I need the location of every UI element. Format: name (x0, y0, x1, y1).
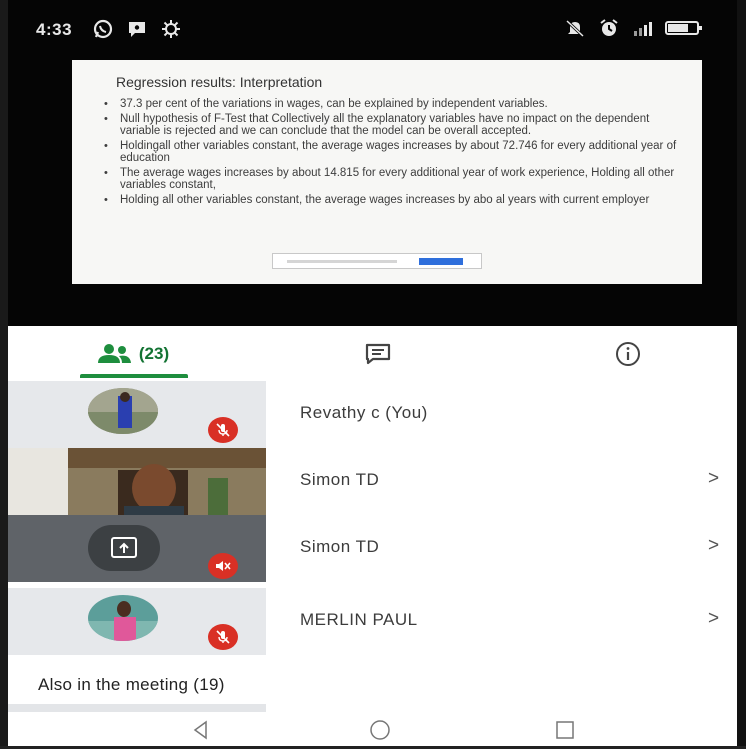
slide-bullet: Holdingall other variables constant, the… (102, 140, 682, 165)
slide-bullet: 37.3 per cent of the variations in wages… (102, 98, 682, 111)
video-feed (8, 448, 266, 515)
also-in-meeting-heading: Also in the meeting (19) (38, 675, 225, 694)
info-icon (616, 341, 640, 366)
participant-row[interactable]: Simon TD > (8, 515, 737, 582)
participant-thumbnail (8, 381, 266, 448)
chat-icon (365, 343, 391, 364)
popup-button (419, 258, 463, 265)
mic-muted-badge (208, 417, 238, 443)
participant-list: Revathy c (You) Simon TD > Simon TD > ME… (8, 381, 737, 655)
mic-muted-badge (208, 553, 238, 579)
slide-popup-overlay (272, 253, 482, 269)
slide-bullet: Holding all other variables constant, th… (102, 194, 682, 207)
participant-row[interactable]: Revathy c (You) (8, 381, 737, 448)
chevron-right-icon: > (708, 608, 720, 629)
avatar (88, 388, 158, 434)
participant-thumbnail (8, 588, 266, 655)
participant-name: Revathy c (You) (300, 403, 428, 422)
popup-text-placeholder (287, 260, 397, 263)
tab-people[interactable]: (23) (58, 326, 208, 381)
shared-slide: Regression results: Interpretation 37.3 … (72, 60, 702, 284)
signal-icon (634, 22, 652, 36)
presentation-view[interactable]: 4:33 Regression results: Interpretation … (8, 0, 737, 326)
meeting-tabs: (23) (8, 326, 737, 381)
frame-left-edge (0, 0, 8, 749)
participant-name: Simon TD (300, 470, 380, 489)
back-icon[interactable] (190, 719, 212, 741)
present-screen-icon (111, 537, 137, 558)
participant-video (8, 448, 266, 515)
participant-row[interactable]: Simon TD > (8, 448, 737, 515)
mic-off-icon (216, 423, 230, 437)
presenting-badge (88, 525, 160, 571)
frame-right-edge (737, 0, 746, 749)
participant-thumbnail-partial (8, 704, 266, 712)
participant-name: MERLIN PAUL (300, 610, 418, 629)
participant-name: Simon TD (300, 537, 380, 556)
system-nav-bar (8, 712, 737, 746)
avatar (88, 595, 158, 641)
slide-bullet: Null hypothesis of F-Test that Collectiv… (102, 113, 682, 138)
participant-count: (23) (138, 343, 170, 363)
recents-icon[interactable] (554, 719, 576, 741)
status-time: 4:33 (36, 20, 73, 39)
tab-chat[interactable] (348, 326, 408, 381)
mic-off-icon (216, 630, 230, 644)
alarm-icon (600, 19, 618, 36)
chat-bubble-icon (129, 22, 145, 37)
mute-notifications-icon (565, 19, 585, 38)
battery-icon (665, 21, 702, 35)
volume-off-icon (216, 561, 231, 571)
slide-title: Regression results: Interpretation (116, 74, 323, 90)
participant-row[interactable]: MERLIN PAUL > (8, 588, 737, 655)
home-icon[interactable] (368, 719, 392, 741)
chevron-right-icon: > (708, 535, 720, 556)
slide-bullet: The average wages increases by about 14.… (102, 167, 682, 192)
tab-info[interactable] (598, 326, 658, 381)
participant-presentation-tile (8, 515, 266, 582)
whatsapp-icon (93, 19, 113, 39)
status-bar: 4:33 (8, 0, 737, 54)
chevron-right-icon: > (708, 468, 720, 489)
people-icon (97, 343, 131, 363)
mic-muted-badge (208, 624, 238, 650)
active-tab-indicator (80, 374, 188, 378)
settings-icon (162, 20, 180, 38)
slide-bullets: 37.3 per cent of the variations in wages… (102, 98, 682, 206)
